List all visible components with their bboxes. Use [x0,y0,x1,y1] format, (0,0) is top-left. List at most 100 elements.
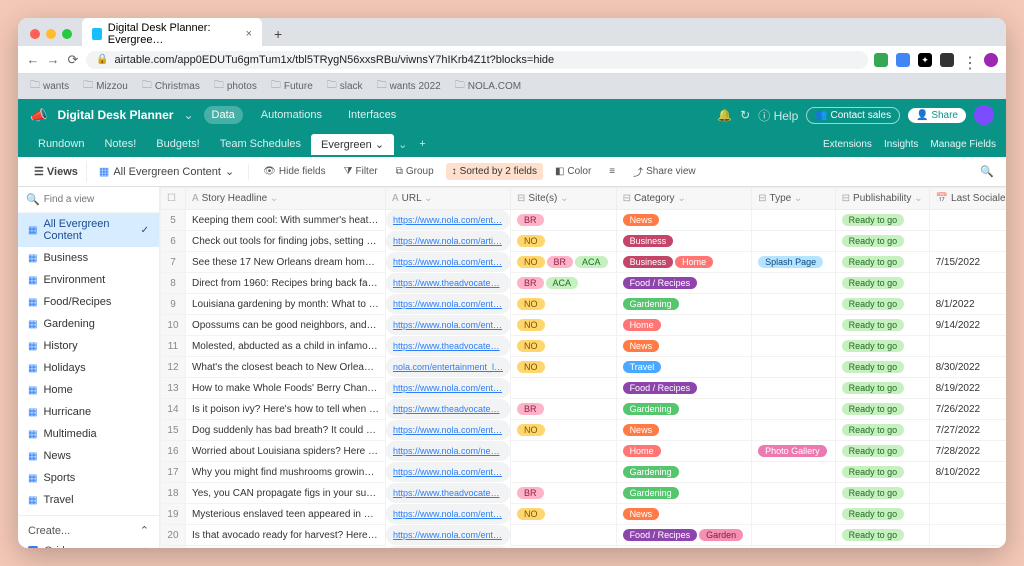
cell-sites[interactable] [511,441,617,462]
cell-last-socialed[interactable] [929,231,1006,252]
find-view-input[interactable] [44,194,160,205]
contact-sales-button[interactable]: 👥 Contact sales [806,107,900,124]
close-window[interactable] [30,29,40,39]
search-icon[interactable]: 🔍 [980,166,998,178]
bookmark-item[interactable]: 🗀photos [214,78,257,95]
cell-publishability[interactable]: Ready to go [835,294,929,315]
cell-type[interactable] [752,420,836,441]
cell-category[interactable]: Home [616,441,752,462]
cell-sites[interactable]: BR [511,483,617,504]
cell-type[interactable] [752,315,836,336]
row-number[interactable]: 8 [161,273,186,294]
row-number[interactable]: 17 [161,462,186,483]
table-tab-budgets[interactable]: Budgets! [146,134,209,154]
cell-category[interactable]: Food / Recipes [616,273,752,294]
bookmark-item[interactable]: 🗀NOLA.COM [455,78,521,95]
cell-sites[interactable]: NO [511,420,617,441]
color-button[interactable]: ◧ Color [549,163,597,180]
cell-publishability[interactable]: Ready to go [835,462,929,483]
profile-avatar[interactable] [984,53,998,67]
column-header[interactable]: ⊟Category ⌄ [616,188,752,210]
create-grid[interactable]: Grid+ [18,541,159,548]
column-header[interactable]: 📅Last Socialed ⌄ [929,188,1006,210]
cell-category[interactable]: Travel [616,357,752,378]
cell-sites[interactable]: NOBRACA [511,252,617,273]
table-row[interactable]: 21 Photos: Lincoln Beach in New Orleans;… [161,546,1007,549]
cell-headline[interactable]: Louisiana gardening by month: What to pl… [185,294,385,315]
cell-type[interactable] [752,525,836,546]
cell-publishability[interactable]: Ready to go [835,420,929,441]
sidebar-view-business[interactable]: ▦Business [18,247,159,269]
row-number[interactable]: 13 [161,378,186,399]
row-height-button[interactable]: ≡ [603,163,621,180]
sidebar-view-holidays[interactable]: ▦Holidays [18,357,159,379]
table-row[interactable]: 12 What's the closest beach to New Orlea… [161,357,1007,378]
cell-sites[interactable] [511,462,617,483]
cell-category[interactable]: Food / Recipes [616,378,752,399]
browser-tab[interactable]: Digital Desk Planner: Evergree… × [82,18,262,50]
history-icon[interactable]: ↻ [740,108,750,122]
cell-headline[interactable]: Dog suddenly has bad breath? It could be… [185,420,385,441]
row-number[interactable]: 14 [161,399,186,420]
cell-url[interactable]: https://www.theadvocate… [386,336,510,356]
bookmark-item[interactable]: 🗀wants [30,78,69,95]
column-header[interactable]: ⊟Publishability ⌄ [835,188,929,210]
cell-url[interactable]: https://www.nola.com/ent… [386,252,510,272]
maximize-window[interactable] [62,29,72,39]
tabstrip-extensions[interactable]: Extensions [823,139,872,150]
cell-type[interactable] [752,378,836,399]
cell-publishability[interactable]: Ready to go [835,525,929,546]
table-row[interactable]: 20 Is that avocado ready for harvest? He… [161,525,1007,546]
new-tab-button[interactable]: + [268,26,288,42]
bookmark-item[interactable]: 🗀wants 2022 [377,78,441,95]
add-table-button[interactable]: + [411,138,433,150]
grid-area[interactable]: ☐AStory Headline ⌄AURL ⌄⊟Site(s) ⌄⊟Categ… [160,187,1006,548]
cell-type[interactable] [752,504,836,525]
cell-category[interactable]: News [616,504,752,525]
column-header[interactable]: ⊟Site(s) ⌄ [511,188,617,210]
cell-url[interactable]: https://www.nola.com/mu… [386,546,510,549]
sidebar-view-gardening[interactable]: ▦Gardening [18,313,159,335]
column-header[interactable]: ⊟Type ⌄ [752,188,836,210]
table-tab-rundown[interactable]: Rundown [28,134,94,154]
cell-headline[interactable]: Keeping them cool: With summer's heat, w… [185,210,385,231]
cell-type[interactable] [752,357,836,378]
sort-button[interactable]: ↕ Sorted by 2 fields [446,163,543,180]
cell-publishability[interactable]: Ready to go [835,357,929,378]
help-button[interactable]: ⓘ Help [758,107,798,124]
hide-fields-button[interactable]: 👁 Hide fields [257,163,331,180]
cell-sites[interactable]: NO [511,357,617,378]
header-tab-interfaces[interactable]: Interfaces [340,106,404,124]
filter-button[interactable]: ⧩ Filter [338,163,384,180]
cell-headline[interactable]: Is it poison ivy? Here's how to tell whe… [185,399,385,420]
cell-last-socialed[interactable]: 9/14/2022 [929,315,1006,336]
bookmark-item[interactable]: 🗀Future [271,78,313,95]
sidebar-view-foodrecipes[interactable]: ▦Food/Recipes [18,291,159,313]
cell-category[interactable]: News [616,210,752,231]
tabstrip-insights[interactable]: Insights [884,139,918,150]
cell-headline[interactable]: Molested, abducted as a child in infamou… [185,336,385,357]
browser-menu-icon[interactable]: ⋮ [962,53,976,67]
cell-sites[interactable]: NO [511,546,617,549]
user-avatar[interactable] [974,105,994,125]
row-number[interactable]: 7 [161,252,186,273]
cell-category[interactable]: BusinessHome [616,252,752,273]
header-tab-automations[interactable]: Automations [253,106,330,124]
chevron-down-icon[interactable]: ⌄ [183,108,193,122]
cell-publishability[interactable]: Ready to go [835,546,929,549]
cell-url[interactable]: https://www.nola.com/ent… [386,525,510,545]
cell-sites[interactable]: NO [511,336,617,357]
cell-category[interactable]: Gardening [616,483,752,504]
table-row[interactable]: 9 Louisiana gardening by month: What to … [161,294,1007,315]
cell-publishability[interactable]: Ready to go [835,399,929,420]
bookmark-item[interactable]: 🗀slack [327,78,363,95]
close-tab-icon[interactable]: × [246,28,252,40]
cell-type[interactable] [752,462,836,483]
row-number[interactable]: 5 [161,210,186,231]
cell-last-socialed[interactable]: 7/26/2022 [929,399,1006,420]
cell-last-socialed[interactable] [929,273,1006,294]
cell-headline[interactable]: Mysterious enslaved teen appeared in a 1… [185,504,385,525]
cell-sites[interactable]: NO [511,315,617,336]
cell-category[interactable]: News [616,336,752,357]
cell-type[interactable] [752,231,836,252]
